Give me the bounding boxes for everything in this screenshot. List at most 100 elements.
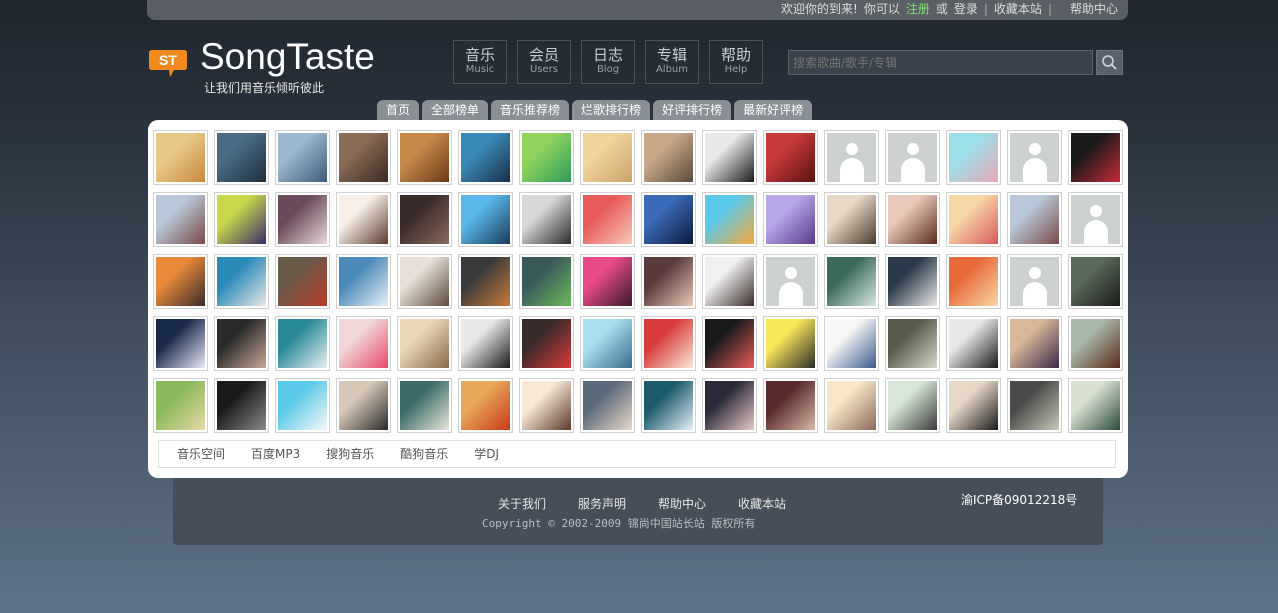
user-avatar[interactable] bbox=[702, 192, 757, 247]
user-avatar[interactable] bbox=[397, 192, 452, 247]
user-avatar[interactable] bbox=[885, 130, 940, 185]
user-avatar[interactable] bbox=[946, 378, 1001, 433]
user-avatar[interactable] bbox=[763, 378, 818, 433]
user-avatar[interactable] bbox=[641, 130, 696, 185]
user-avatar[interactable] bbox=[519, 316, 574, 371]
user-avatar[interactable] bbox=[885, 192, 940, 247]
user-avatar[interactable] bbox=[824, 378, 879, 433]
user-avatar[interactable] bbox=[275, 378, 330, 433]
user-avatar[interactable] bbox=[458, 316, 513, 371]
user-avatar[interactable] bbox=[1007, 316, 1062, 371]
user-avatar[interactable] bbox=[763, 254, 818, 309]
user-avatar[interactable] bbox=[153, 316, 208, 371]
user-avatar[interactable] bbox=[641, 316, 696, 371]
footer-terms-link[interactable]: 服务声明 bbox=[578, 495, 626, 512]
user-avatar[interactable] bbox=[702, 316, 757, 371]
bookmark-link[interactable]: 收藏本站 bbox=[994, 0, 1042, 19]
icp-number[interactable]: 渝ICP备09012218号 bbox=[961, 491, 1077, 508]
user-avatar[interactable] bbox=[580, 130, 635, 185]
user-avatar[interactable] bbox=[458, 378, 513, 433]
user-avatar[interactable] bbox=[1068, 378, 1123, 433]
help-center-link[interactable]: 帮助中心 bbox=[1070, 0, 1118, 19]
tab-recommended[interactable]: 音乐推荐榜 bbox=[491, 100, 570, 121]
user-avatar[interactable] bbox=[1068, 316, 1123, 371]
user-avatar[interactable] bbox=[336, 254, 391, 309]
tab-home[interactable]: 首页 bbox=[377, 100, 420, 121]
search-button[interactable] bbox=[1096, 50, 1123, 75]
user-avatar[interactable] bbox=[275, 130, 330, 185]
user-avatar[interactable] bbox=[763, 130, 818, 185]
user-avatar[interactable] bbox=[519, 130, 574, 185]
user-avatar[interactable] bbox=[153, 254, 208, 309]
user-avatar[interactable] bbox=[946, 254, 1001, 309]
user-avatar[interactable] bbox=[702, 130, 757, 185]
link-sogou-music[interactable]: 搜狗音乐 bbox=[326, 441, 374, 467]
nav-music[interactable]: 音乐 Music bbox=[453, 40, 507, 84]
user-avatar[interactable] bbox=[1068, 192, 1123, 247]
user-avatar[interactable] bbox=[580, 192, 635, 247]
user-avatar[interactable] bbox=[458, 192, 513, 247]
nav-help[interactable]: 帮助 Help bbox=[709, 40, 763, 84]
user-avatar[interactable] bbox=[275, 254, 330, 309]
nav-users[interactable]: 会员 Users bbox=[517, 40, 571, 84]
user-avatar[interactable] bbox=[275, 192, 330, 247]
tab-worst-songs[interactable]: 烂歌排行榜 bbox=[572, 100, 651, 121]
user-avatar[interactable] bbox=[1007, 254, 1062, 309]
user-avatar[interactable] bbox=[763, 192, 818, 247]
site-title[interactable]: SongTaste bbox=[200, 36, 375, 78]
user-avatar[interactable] bbox=[1007, 192, 1062, 247]
user-avatar[interactable] bbox=[519, 254, 574, 309]
user-avatar[interactable] bbox=[641, 192, 696, 247]
footer-bookmark-link[interactable]: 收藏本站 bbox=[738, 495, 786, 512]
user-avatar[interactable] bbox=[519, 378, 574, 433]
register-link[interactable]: 注册 bbox=[906, 0, 930, 19]
user-avatar[interactable] bbox=[214, 130, 269, 185]
user-avatar[interactable] bbox=[580, 254, 635, 309]
footer-help-link[interactable]: 帮助中心 bbox=[658, 495, 706, 512]
user-avatar[interactable] bbox=[1007, 378, 1062, 433]
user-avatar[interactable] bbox=[214, 192, 269, 247]
user-avatar[interactable] bbox=[153, 130, 208, 185]
user-avatar[interactable] bbox=[824, 192, 879, 247]
user-avatar[interactable] bbox=[885, 254, 940, 309]
user-avatar[interactable] bbox=[946, 316, 1001, 371]
user-avatar[interactable] bbox=[1068, 130, 1123, 185]
user-avatar[interactable] bbox=[824, 316, 879, 371]
user-avatar[interactable] bbox=[946, 130, 1001, 185]
user-avatar[interactable] bbox=[1068, 254, 1123, 309]
tab-latest-rated[interactable]: 最新好评榜 bbox=[734, 100, 813, 121]
user-avatar[interactable] bbox=[580, 316, 635, 371]
user-avatar[interactable] bbox=[336, 316, 391, 371]
link-baidu-mp3[interactable]: 百度MP3 bbox=[251, 441, 300, 467]
user-avatar[interactable] bbox=[519, 192, 574, 247]
user-avatar[interactable] bbox=[153, 378, 208, 433]
user-avatar[interactable] bbox=[641, 378, 696, 433]
user-avatar[interactable] bbox=[580, 378, 635, 433]
link-learn-dj[interactable]: 学DJ bbox=[474, 441, 499, 467]
user-avatar[interactable] bbox=[336, 192, 391, 247]
tab-top-rated[interactable]: 好评排行榜 bbox=[653, 100, 732, 121]
user-avatar[interactable] bbox=[885, 316, 940, 371]
user-avatar[interactable] bbox=[702, 378, 757, 433]
user-avatar[interactable] bbox=[153, 192, 208, 247]
user-avatar[interactable] bbox=[824, 130, 879, 185]
nav-album[interactable]: 专辑 Album bbox=[645, 40, 699, 84]
user-avatar[interactable] bbox=[824, 254, 879, 309]
user-avatar[interactable] bbox=[397, 316, 452, 371]
user-avatar[interactable] bbox=[458, 130, 513, 185]
link-music-space[interactable]: 音乐空间 bbox=[177, 441, 225, 467]
user-avatar[interactable] bbox=[275, 316, 330, 371]
songtaste-logo-icon[interactable]: ST bbox=[148, 48, 188, 78]
user-avatar[interactable] bbox=[702, 254, 757, 309]
user-avatar[interactable] bbox=[885, 378, 940, 433]
user-avatar[interactable] bbox=[458, 254, 513, 309]
user-avatar[interactable] bbox=[397, 130, 452, 185]
user-avatar[interactable] bbox=[214, 254, 269, 309]
login-link[interactable]: 登录 bbox=[954, 0, 978, 19]
tab-all-charts[interactable]: 全部榜单 bbox=[422, 100, 489, 121]
user-avatar[interactable] bbox=[763, 316, 818, 371]
user-avatar[interactable] bbox=[641, 254, 696, 309]
user-avatar[interactable] bbox=[336, 130, 391, 185]
link-kugou-music[interactable]: 酷狗音乐 bbox=[400, 441, 448, 467]
nav-blog[interactable]: 日志 Blog bbox=[581, 40, 635, 84]
